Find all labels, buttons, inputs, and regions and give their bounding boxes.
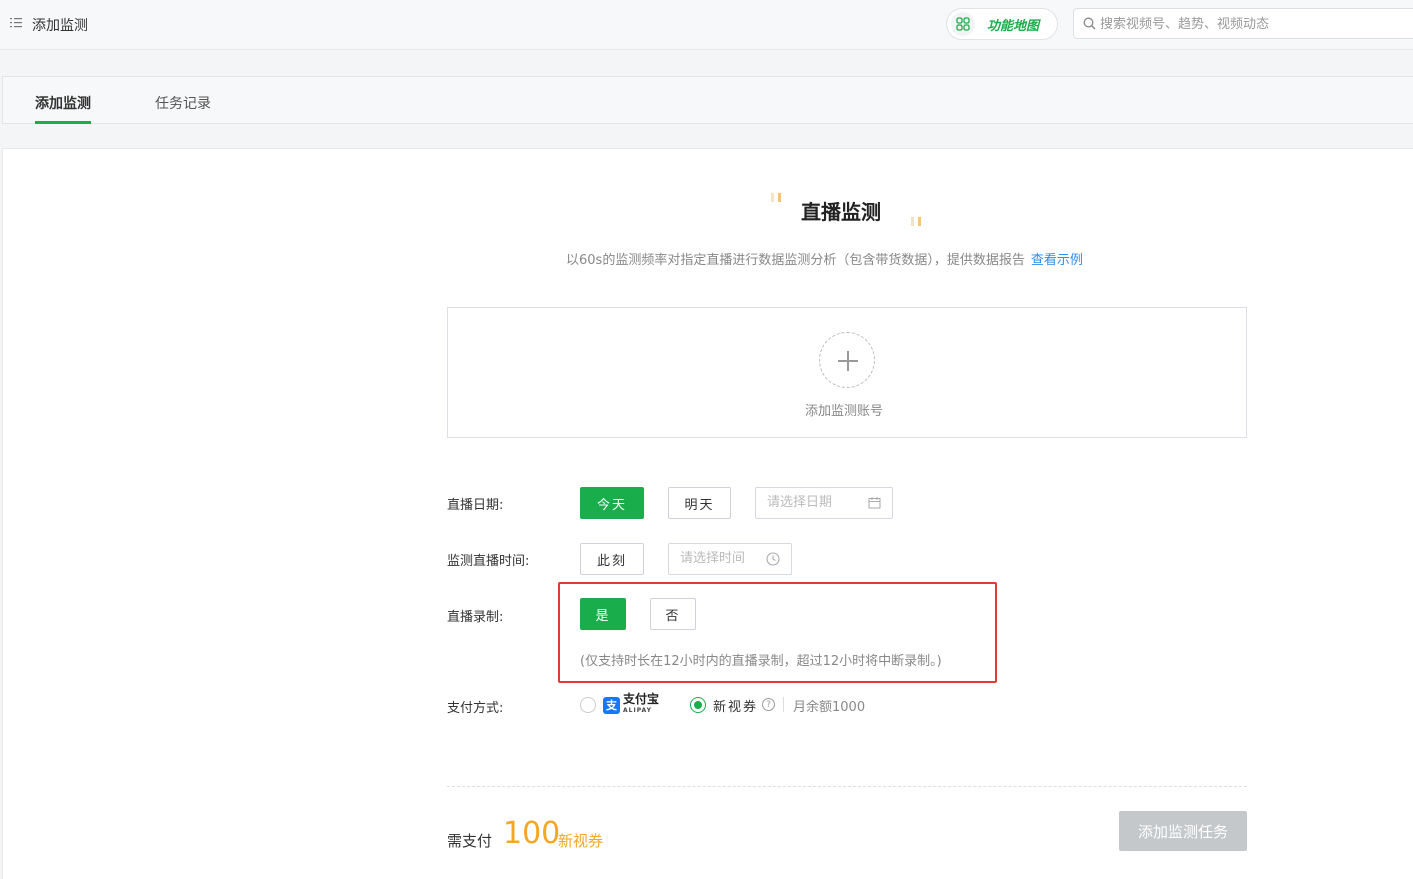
record-no-button[interactable]: 否 (650, 598, 696, 630)
page-title: 添加监测 (32, 18, 88, 34)
search-box[interactable] (1073, 8, 1413, 39)
date-input[interactable] (767, 495, 857, 510)
section-title: 直播监测 (801, 200, 881, 224)
grid-icon (951, 12, 975, 36)
voucher-radio[interactable] (690, 697, 706, 713)
now-button[interactable]: 此刻 (580, 543, 644, 575)
section-description: 以60s的监测频率对指定直播进行数据监测分析（包含带货数据），提供数据报告 查看示… (566, 249, 1083, 268)
alipay-icon: 支 (603, 696, 620, 714)
time-picker[interactable] (668, 543, 792, 575)
record-label: 直播录制: (447, 610, 504, 625)
clock-icon (766, 552, 780, 570)
active-tab-indicator (35, 121, 91, 124)
time-label: 监测直播时间: (447, 554, 530, 569)
tab-add-monitor[interactable]: 添加监测 (35, 93, 91, 113)
function-map-label: 功能地图 (987, 19, 1040, 34)
alipay-radio[interactable] (580, 697, 596, 713)
menu-fold-icon[interactable] (10, 17, 22, 29)
date-label: 直播日期: (447, 498, 504, 513)
add-account-label: 添加监测账号 (805, 404, 884, 419)
divider (783, 697, 784, 712)
time-input[interactable] (680, 551, 770, 566)
voucher-label: 新视券 (713, 700, 759, 715)
title-decoration-right-2 (918, 217, 921, 226)
help-icon[interactable]: ? (762, 698, 775, 711)
title-decoration-right (911, 217, 914, 226)
pay-label: 需支付 (447, 832, 493, 850)
function-map-button[interactable]: 功能地图 (946, 8, 1058, 40)
record-note: (仅支持时长在12小时内的直播录制，超过12小时将中断录制。) (580, 654, 942, 669)
tomorrow-button[interactable]: 明天 (668, 487, 731, 519)
description-text: 以60s的监测频率对指定直播进行数据监测分析（包含带货数据），提供数据报告 (566, 253, 1025, 268)
title-decoration-left (771, 193, 774, 202)
view-example-link[interactable]: 查看示例 (1031, 253, 1083, 268)
monthly-balance: 月余额1000 (793, 700, 866, 715)
search-icon (1083, 17, 1096, 34)
tab-task-records[interactable]: 任务记录 (155, 93, 211, 113)
calendar-icon (868, 496, 881, 513)
payment-label: 支付方式: (447, 701, 504, 716)
tab-bar: 添加监测 任务记录 (2, 76, 1413, 124)
title-decoration-left-2 (778, 193, 781, 202)
date-picker[interactable] (755, 487, 893, 519)
record-yes-button[interactable]: 是 (580, 598, 626, 630)
pay-amount: 100 (503, 816, 561, 851)
add-account-area[interactable]: 添加监测账号 (447, 307, 1247, 438)
alipay-text: 支付宝 ALIPAY (623, 692, 660, 716)
plus-icon[interactable] (819, 332, 875, 388)
add-task-button[interactable]: 添加监测任务 (1119, 811, 1247, 851)
alipay-sub: ALIPAY (623, 707, 652, 714)
alipay-label: 支付宝 (623, 692, 660, 706)
alipay-logo: 支 支付宝 ALIPAY (603, 692, 660, 716)
today-button[interactable]: 今天 (580, 487, 644, 519)
pay-unit: 新视券 (558, 832, 604, 850)
footer-divider (447, 786, 1247, 787)
search-input[interactable] (1100, 14, 1400, 34)
top-bar: 添加监测 功能地图 (0, 0, 1413, 50)
